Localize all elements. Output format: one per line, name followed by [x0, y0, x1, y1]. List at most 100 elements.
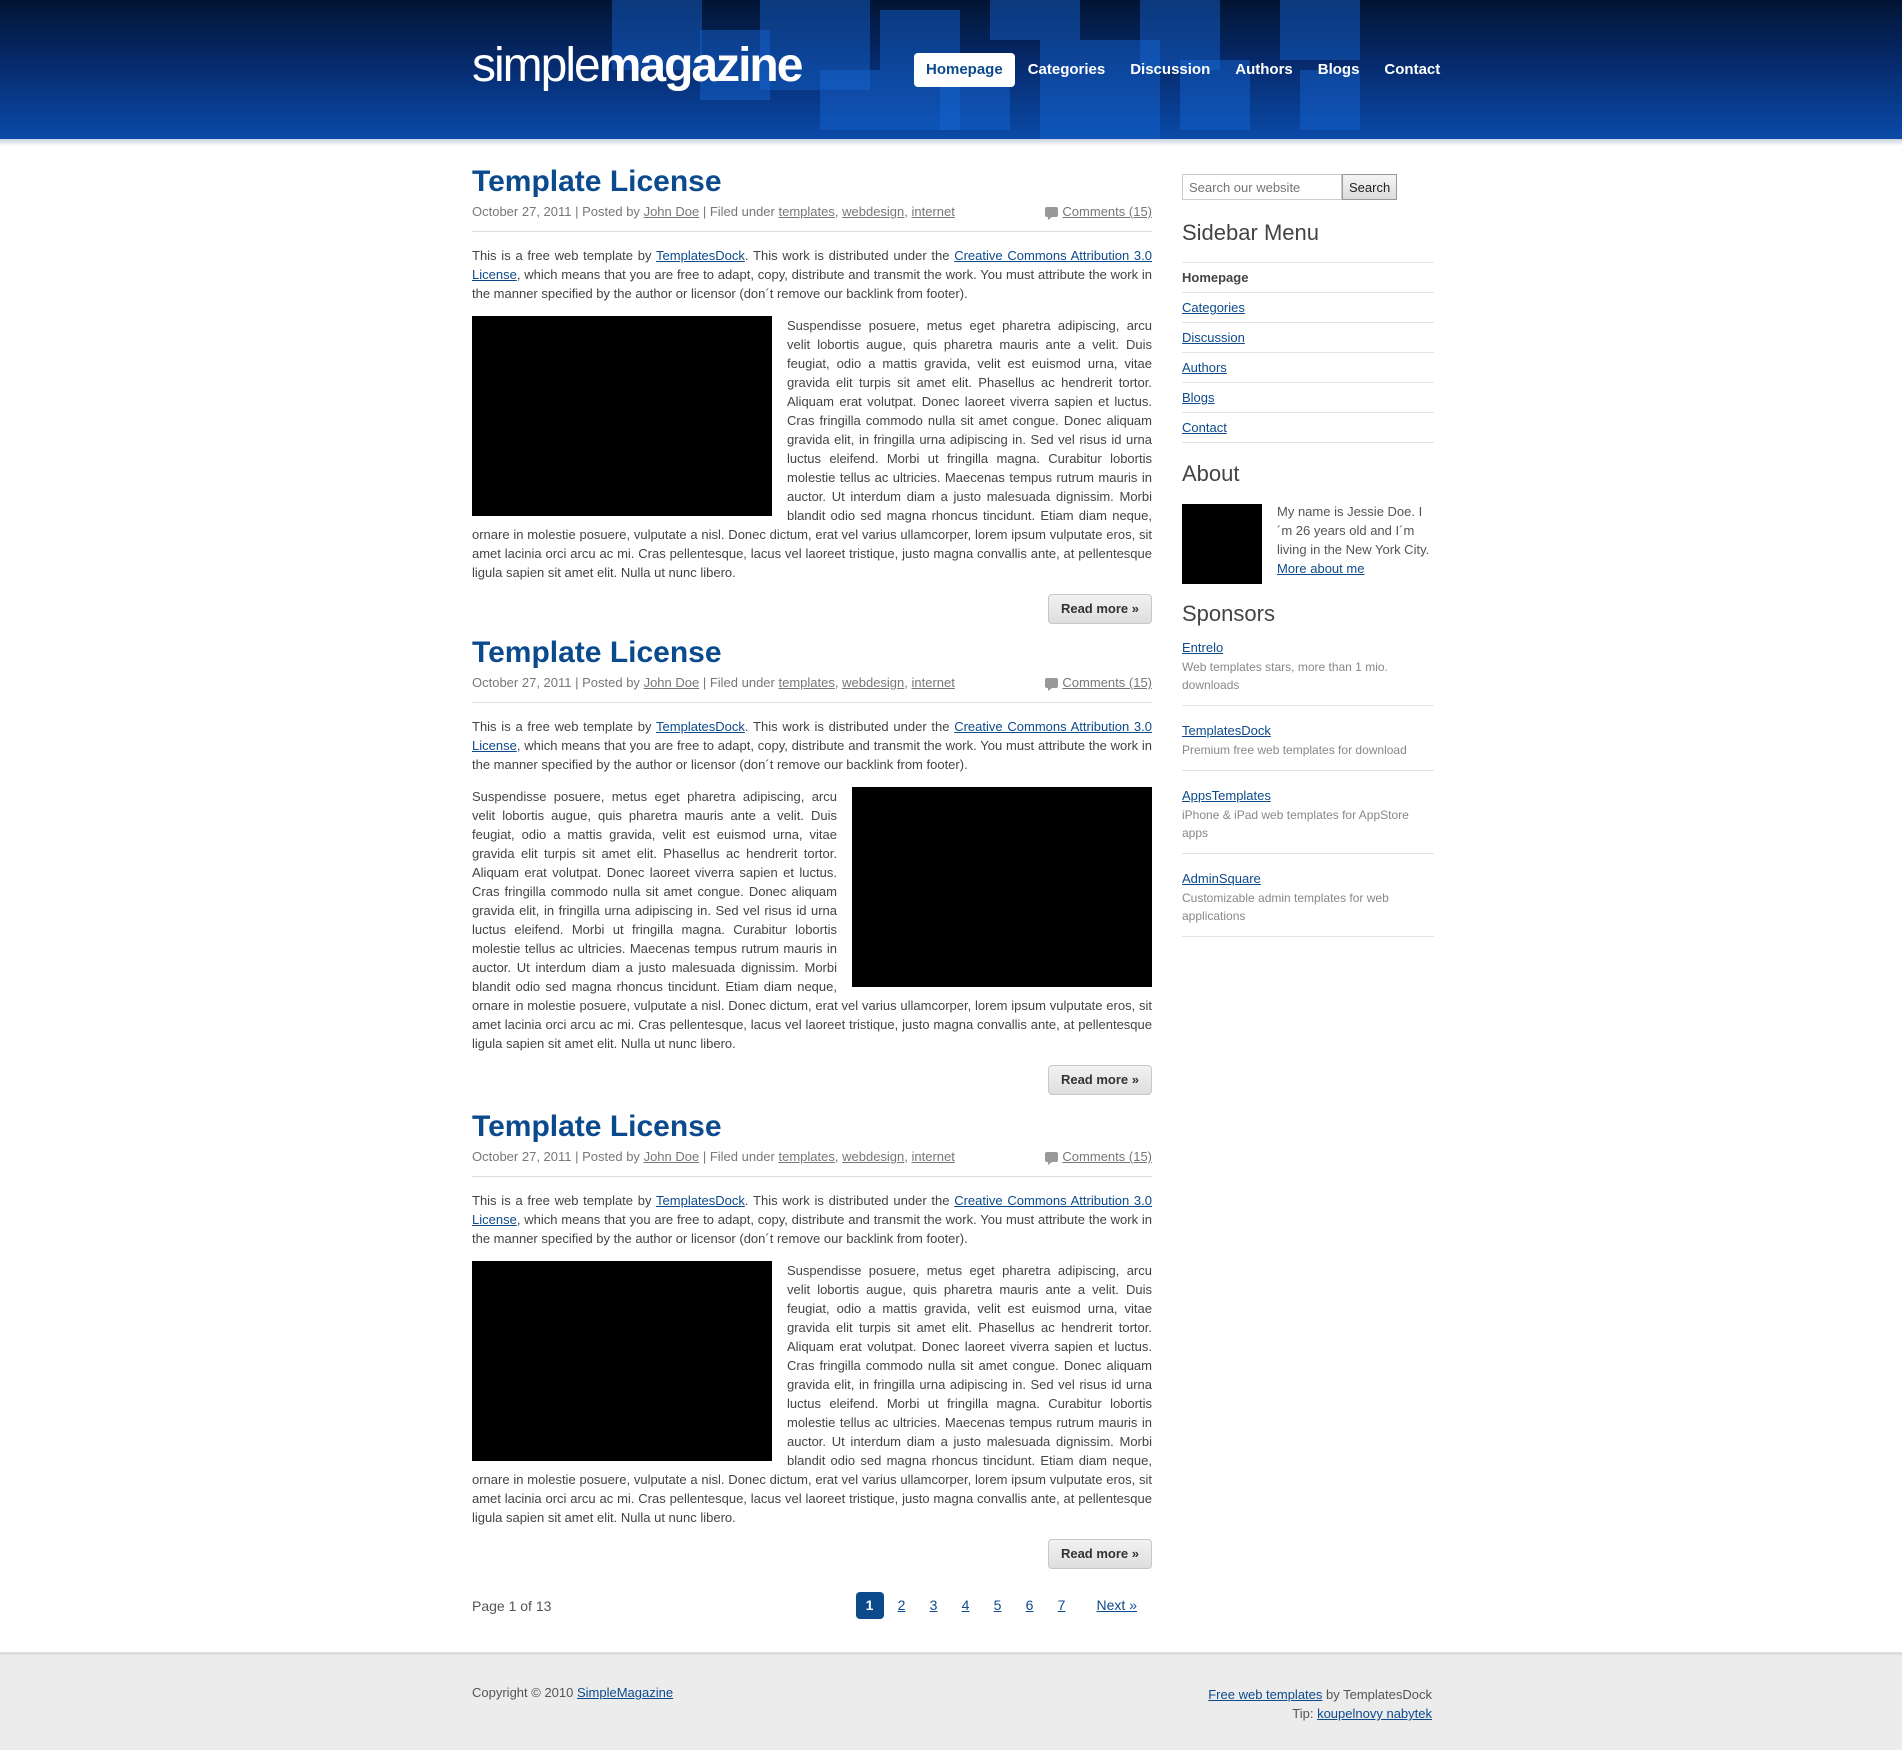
comments-link[interactable]: Comments (15) [1062, 204, 1152, 219]
sidebar-item-blogs[interactable]: Blogs [1182, 383, 1434, 413]
read-more-button[interactable]: Read more » [1047, 1539, 1152, 1569]
tag-link[interactable]: internet [912, 1149, 955, 1164]
site-logo[interactable]: simplemagazine [472, 38, 804, 94]
intro-text: , which means that you are free to adapt… [472, 267, 1152, 301]
sidebar-item-label[interactable]: Categories [1182, 300, 1245, 315]
tag-link[interactable]: templates [779, 204, 835, 219]
templatesdock-link[interactable]: TemplatesDock [656, 719, 745, 734]
footer-site-link[interactable]: SimpleMagazine [577, 1685, 673, 1700]
logo-bold: magazine [598, 39, 804, 92]
free-templates-link[interactable]: Free web templates [1208, 1687, 1322, 1702]
sidebar-menu-title: Sidebar Menu [1182, 220, 1319, 245]
post-intro: This is a free web template by Templates… [472, 246, 1152, 303]
pagination: Page 1 of 13 1 2 3 4 5 6 7 Next » [472, 1592, 1152, 1622]
page-link[interactable]: 2 [888, 1592, 916, 1619]
post-title[interactable]: Template License [472, 635, 1152, 671]
post-body: Suspendisse posuere, metus eget pharetra… [472, 316, 1152, 582]
header-decoration [1280, 0, 1360, 60]
tag-link[interactable]: templates [779, 1149, 835, 1164]
post-meta: October 27, 2011 | Posted by John Doe | … [472, 1148, 1152, 1177]
tag-link[interactable]: internet [912, 204, 955, 219]
tag-link[interactable]: webdesign [842, 204, 904, 219]
sponsors-title: Sponsors [1182, 601, 1275, 626]
comments: Comments (15) [1045, 674, 1152, 692]
header-decoration [990, 0, 1080, 40]
sidebar-item-label[interactable]: Contact [1182, 420, 1227, 435]
sponsor-item: AdminSquare Customizable admin templates… [1182, 870, 1434, 937]
post: Template License October 27, 2011 | Post… [472, 1109, 1152, 1569]
logo-light: simple [472, 39, 601, 92]
about-text: My name is Jessie Doe. I´m 26 years old … [1277, 502, 1434, 578]
sidebar-item-homepage[interactable]: Homepage [1182, 263, 1434, 293]
tag-link[interactable]: webdesign [842, 675, 904, 690]
search-input[interactable] [1182, 174, 1342, 200]
search-form: Search [1182, 174, 1398, 200]
read-more-button[interactable]: Read more » [1047, 1065, 1152, 1095]
site-header: simplemagazine Homepage Categories Discu… [0, 0, 1902, 139]
about-more-link[interactable]: More about me [1277, 561, 1364, 576]
nav-contact[interactable]: Contact [1372, 53, 1452, 87]
footer-copyright: Copyright © 2010 SimpleMagazine [472, 1685, 673, 1700]
sidebar-item-categories[interactable]: Categories [1182, 293, 1434, 323]
intro-text: , which means that you are free to adapt… [472, 1212, 1152, 1246]
nav-discussion[interactable]: Discussion [1118, 53, 1222, 87]
page-link[interactable]: 7 [1048, 1592, 1076, 1619]
read-more-button[interactable]: Read more » [1047, 594, 1152, 624]
sidebar-item-discussion[interactable]: Discussion [1182, 323, 1434, 353]
author-link[interactable]: John Doe [644, 204, 700, 219]
post-intro: This is a free web template by Templates… [472, 717, 1152, 774]
sidebar-item-label[interactable]: Homepage [1182, 270, 1248, 285]
nav-blogs[interactable]: Blogs [1306, 53, 1372, 87]
page-link[interactable]: 4 [952, 1592, 980, 1619]
page-link[interactable]: 5 [984, 1592, 1012, 1619]
sponsor-link[interactable]: AdminSquare [1182, 871, 1261, 886]
templatesdock-link[interactable]: TemplatesDock [656, 1193, 745, 1208]
comments: Comments (15) [1045, 203, 1152, 221]
post-date: October 27, 2011 [472, 1149, 572, 1164]
page-link[interactable]: 3 [920, 1592, 948, 1619]
intro-text: This is a free web template by [472, 719, 657, 734]
post-body: Suspendisse posuere, metus eget pharetra… [472, 787, 1152, 1053]
sidebar-menu: Homepage Categories Discussion Authors B… [1182, 262, 1434, 443]
comments-link[interactable]: Comments (15) [1062, 675, 1152, 690]
copyright-text: Copyright © 2010 [472, 1685, 577, 1700]
sponsor-link[interactable]: AppsTemplates [1182, 788, 1271, 803]
comment-icon [1045, 207, 1059, 220]
page-link-current[interactable]: 1 [855, 1592, 884, 1619]
sponsor-desc: Premium free web templates for download [1182, 743, 1407, 757]
sponsor-item: AppsTemplates iPhone & iPad web template… [1182, 787, 1434, 854]
sponsor-link[interactable]: Entrelo [1182, 640, 1223, 655]
comments-link[interactable]: Comments (15) [1062, 1149, 1152, 1164]
search-button[interactable]: Search [1342, 174, 1398, 200]
intro-text: This is a free web template by [472, 1193, 657, 1208]
intro-text: . This work is distributed under the [744, 719, 955, 734]
tag-link[interactable]: templates [779, 675, 835, 690]
post-image [852, 787, 1152, 987]
templatesdock-link[interactable]: TemplatesDock [656, 248, 745, 263]
about-title: About [1182, 461, 1240, 486]
comments: Comments (15) [1045, 1148, 1152, 1166]
post-title[interactable]: Template License [472, 164, 1152, 200]
next-page-link[interactable]: Next » [1090, 1592, 1144, 1619]
author-link[interactable]: John Doe [644, 1149, 700, 1164]
nav-categories[interactable]: Categories [1016, 53, 1118, 87]
sidebar-item-label[interactable]: Discussion [1182, 330, 1245, 345]
nav-authors[interactable]: Authors [1223, 53, 1305, 87]
post-meta: October 27, 2011 | Posted by John Doe | … [472, 674, 1152, 703]
post-title[interactable]: Template License [472, 1109, 1152, 1145]
sponsor-desc: Web templates stars, more than 1 mio. do… [1182, 660, 1388, 692]
sidebar-item-authors[interactable]: Authors [1182, 353, 1434, 383]
intro-text: , which means that you are free to adapt… [472, 738, 1152, 772]
tip-link[interactable]: koupelnovy nabytek [1317, 1706, 1432, 1721]
sponsor-link[interactable]: TemplatesDock [1182, 723, 1271, 738]
sidebar-item-label[interactable]: Authors [1182, 360, 1227, 375]
sidebar-item-label[interactable]: Blogs [1182, 390, 1215, 405]
post-intro: This is a free web template by Templates… [472, 1191, 1152, 1248]
nav-homepage[interactable]: Homepage [914, 53, 1015, 87]
post: Template License October 27, 2011 | Post… [472, 635, 1152, 1095]
sidebar-item-contact[interactable]: Contact [1182, 413, 1434, 443]
tag-link[interactable]: internet [912, 675, 955, 690]
page-link[interactable]: 6 [1016, 1592, 1044, 1619]
tag-link[interactable]: webdesign [842, 1149, 904, 1164]
author-link[interactable]: John Doe [644, 675, 700, 690]
